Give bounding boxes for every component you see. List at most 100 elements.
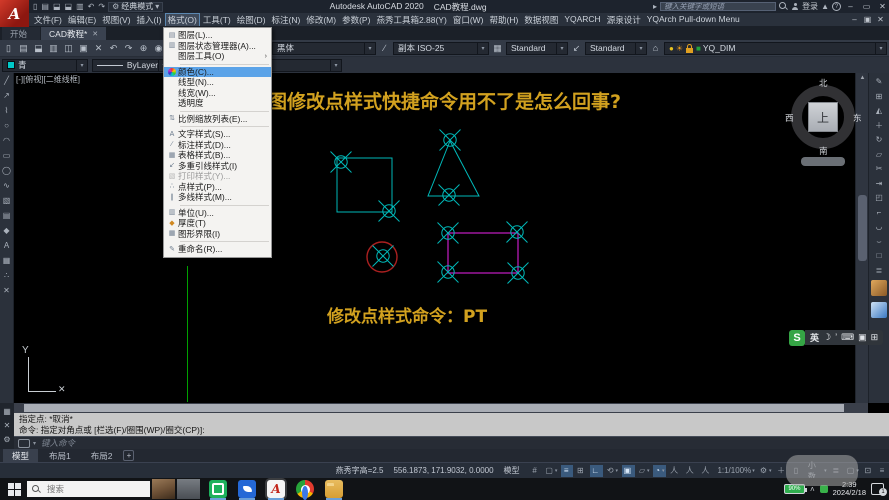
menu-yqarch[interactable]: YQARCH — [561, 13, 603, 27]
polar-tracking-icon[interactable]: ⟲▾ — [605, 465, 620, 477]
snap-icon[interactable]: ▢▾ — [544, 465, 560, 477]
chevron-down-icon[interactable]: ▾ — [635, 43, 646, 54]
linetype-combo[interactable]: ByLayer ▾ — [92, 59, 170, 72]
polyline-icon[interactable]: ⌇ — [5, 106, 9, 115]
cursor-coordinates[interactable]: 556.1873, 171.9032, 0.0000 — [393, 466, 493, 475]
workspace-icon[interactable]: ⚙▾ — [758, 465, 773, 477]
layer-properties-icon[interactable]: ⌂ — [649, 42, 662, 55]
menu-insert[interactable]: 插入(I) — [134, 13, 165, 27]
floating-avatar-tile[interactable] — [871, 302, 887, 318]
circle-icon[interactable]: ○ — [4, 121, 9, 130]
keyboard-icon[interactable]: ⌨ — [841, 332, 854, 343]
redo-icon[interactable]: ↷ — [122, 42, 135, 55]
tab-layout1[interactable]: 布局1 — [40, 449, 80, 463]
app-store-alert-icon[interactable]: ▲ — [821, 2, 829, 11]
command-prompt-icon[interactable] — [18, 439, 30, 448]
tab-layout2[interactable]: 布局2 — [82, 449, 122, 463]
undo-icon[interactable]: ↶ — [107, 42, 120, 55]
horizontal-scrollbar[interactable]: ◄ ► — [14, 403, 868, 413]
menu-modify[interactable]: 修改(M) — [303, 13, 339, 27]
close-button[interactable]: ✕ — [876, 1, 889, 12]
new-icon[interactable]: ▯ — [2, 42, 15, 55]
isolate-objects-icon[interactable]: ⊡ — [863, 465, 875, 477]
app-feishu-icon[interactable] — [238, 480, 256, 498]
taskbar-search-input[interactable] — [45, 483, 125, 495]
app-chrome-icon[interactable] — [296, 480, 314, 498]
cmd-customize-icon[interactable]: ⚙ — [3, 435, 10, 444]
dynamic-input-icon[interactable]: ⊞ — [575, 465, 587, 477]
chevron-down-icon[interactable]: ▾ — [556, 43, 567, 54]
array-icon[interactable]: ≣ — [876, 266, 883, 275]
doc-minimize-button[interactable]: – — [848, 14, 861, 25]
menu-help[interactable]: 帮助(H) — [487, 13, 522, 27]
format-menu-transparency[interactable]: 透明度 — [164, 98, 271, 109]
menu-draw[interactable]: 绘图(D) — [234, 13, 269, 27]
table-style-combo[interactable]: Standard ▾ — [506, 42, 568, 55]
osnap-icon[interactable]: ▣ — [622, 465, 635, 477]
sign-in-label[interactable]: 登录 — [802, 1, 818, 12]
sogou-logo-icon[interactable]: S — [789, 330, 805, 346]
start-button[interactable] — [0, 478, 27, 500]
scroll-right-arrow[interactable]: ► — [859, 403, 866, 413]
ortho-icon[interactable]: ∟ — [590, 465, 603, 477]
tab-start[interactable]: 开始 — [2, 27, 40, 40]
text-icon[interactable]: A — [4, 241, 9, 250]
taskbar-search[interactable] — [27, 481, 150, 497]
scroll-left-arrow[interactable]: ◄ — [16, 403, 23, 413]
preview-icon[interactable]: ◫ — [62, 42, 75, 55]
arc-icon[interactable]: ◠ — [3, 136, 10, 145]
user-icon[interactable] — [791, 3, 799, 11]
infer-constraints-icon[interactable]: ≡ — [561, 465, 573, 477]
viewcube-menu-pill[interactable] — [801, 157, 845, 166]
layer-lock-icon[interactable] — [686, 48, 693, 53]
workspace-switcher[interactable]: ⚙ 经典模式 ▾ — [108, 2, 163, 12]
app-store-icon[interactable] — [209, 480, 227, 498]
viewcube[interactable]: 北 西 东 南 上 — [784, 78, 862, 156]
text-style-combo[interactable]: 黑体 ▾ — [272, 42, 376, 55]
doc-restore-button[interactable]: ▣ — [861, 14, 874, 25]
floating-avatar-tile[interactable] — [871, 280, 887, 296]
table-style-icon[interactable]: ▦ — [491, 42, 504, 55]
rotate-icon[interactable]: ↻ — [876, 135, 883, 144]
menu-window[interactable]: 窗口(W) — [450, 13, 487, 27]
cmd-close-icon[interactable]: ✕ — [4, 421, 11, 430]
mleader-style-combo[interactable]: Standard ▾ — [585, 42, 647, 55]
redo-icon[interactable]: ↷ — [98, 2, 105, 11]
command-input[interactable] — [39, 437, 239, 449]
explode-icon[interactable]: □ — [877, 251, 882, 260]
menu-format[interactable]: 格式(O) — [165, 13, 200, 27]
mleader-style-icon[interactable]: ↙ — [570, 42, 583, 55]
tab-cad-tutorial[interactable]: CAD教程*✕ — [41, 27, 106, 40]
format-menu-mline-style[interactable]: ∥ 多线样式(M)... — [164, 192, 271, 203]
hatch-icon[interactable]: ▧ — [3, 196, 11, 205]
customization-icon[interactable]: ≡ — [877, 465, 889, 477]
new-file-icon[interactable]: ▯ — [33, 2, 37, 11]
autocad-app-logo[interactable]: A — [0, 0, 29, 27]
annotation-scale-icon[interactable]: 人 — [700, 465, 714, 477]
object-track-icon[interactable]: ▱▾ — [637, 465, 651, 477]
spline-icon[interactable]: ∿ — [3, 181, 10, 190]
pan-icon[interactable]: ⊕ — [137, 42, 150, 55]
menu-dataview[interactable]: 数据视图 — [521, 13, 561, 27]
command-input-row[interactable]: ▾ — [14, 436, 889, 449]
horizontal-scroll-thumb[interactable] — [24, 404, 844, 412]
mirror-icon[interactable]: ◭ — [876, 106, 882, 115]
format-menu-item[interactable] — [180, 64, 269, 65]
doc-close-button[interactable]: ✕ — [874, 14, 887, 25]
compass-west[interactable]: 西 — [785, 112, 794, 124]
menu-parametric[interactable]: 参数(P) — [339, 13, 373, 27]
new-layout-button[interactable]: + — [123, 450, 134, 461]
chamfer-icon[interactable]: ⌐ — [877, 208, 882, 217]
format-menu-item[interactable] — [180, 111, 269, 112]
dim-style-combo[interactable]: 副本 ISO-25 ▾ — [393, 42, 489, 55]
annotation-scale-value[interactable]: 1:1/100%▾ — [715, 465, 756, 477]
trim-icon[interactable]: ✂ — [876, 164, 883, 173]
toolbox-icon[interactable]: ⊞ — [871, 332, 879, 343]
dim-style-icon[interactable]: ∕ — [378, 42, 391, 55]
punctuation-icon[interactable]: ’ — [835, 332, 837, 343]
clipboard-icon[interactable]: ▣ — [858, 332, 867, 343]
fillet-icon[interactable]: ◡ — [876, 222, 883, 231]
format-menu-rename[interactable]: ✎ 重命名(R)... — [164, 244, 271, 255]
table-icon[interactable]: ▦ — [3, 256, 11, 265]
chevron-down-icon[interactable]: ▾ — [875, 43, 886, 54]
